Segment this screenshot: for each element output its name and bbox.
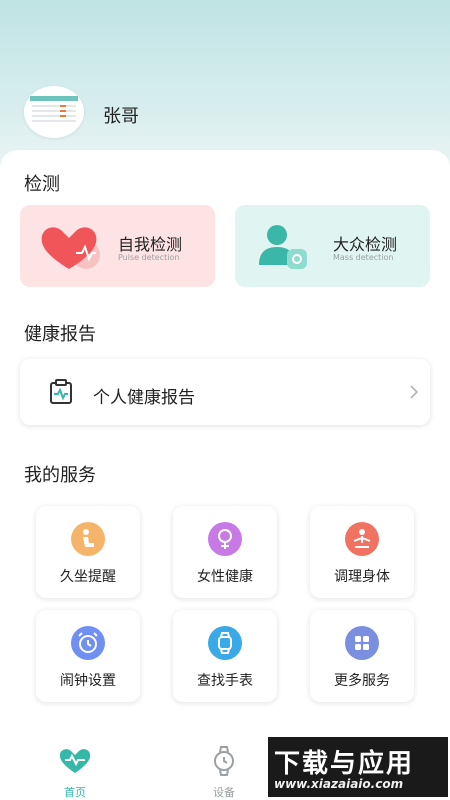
service-alarm-settings[interactable]: 闹钟设置 <box>36 610 140 702</box>
services-section-title: 我的服务 <box>24 465 96 486</box>
service-label: 女性健康 <box>197 569 253 585</box>
watermark-url: www.xiazaiaio.com <box>274 777 404 791</box>
group-person-icon <box>259 225 307 269</box>
watermark-logo: 下载与应用 www.xiazaiaio.com <box>268 737 448 797</box>
avatar[interactable] <box>24 86 84 138</box>
service-label: 调理身体 <box>334 569 390 585</box>
public-detection-sub: Mass detection <box>333 253 394 262</box>
service-more[interactable]: 更多服务 <box>310 610 414 702</box>
watch-icon <box>208 626 242 660</box>
tab-device-label: 设备 <box>213 786 235 799</box>
meditation-icon <box>345 522 379 556</box>
sitting-person-icon <box>71 522 105 556</box>
alarm-clock-icon <box>71 626 105 660</box>
public-detection-label: 大众检测 <box>333 235 398 254</box>
service-label: 更多服务 <box>334 673 390 689</box>
watermark-text: 下载与应用 <box>274 749 415 779</box>
service-sedentary-reminder[interactable]: 久坐提醒 <box>36 506 140 598</box>
personal-report-label: 个人健康报告 <box>93 388 195 408</box>
service-female-health[interactable]: 女性健康 <box>173 506 277 598</box>
service-label: 久坐提醒 <box>60 569 116 585</box>
tab-device[interactable]: 设备 <box>194 743 254 800</box>
self-detection-label: 自我检测 <box>118 235 183 254</box>
service-find-watch[interactable]: 查找手表 <box>173 610 277 702</box>
user-name[interactable]: 张哥 <box>103 102 139 128</box>
self-detection-sub: Pulse detection <box>118 253 180 262</box>
grid-icon <box>345 626 379 660</box>
service-body-conditioning[interactable]: 调理身体 <box>310 506 414 598</box>
public-detection-card[interactable]: 大众检测 Mass detection <box>235 205 430 287</box>
tab-home-label: 首页 <box>64 786 86 799</box>
profile-header: 张哥 <box>0 0 450 150</box>
clipboard-pulse-icon <box>50 379 72 404</box>
heart-pulse-tab-icon <box>59 749 91 773</box>
service-label: 查找手表 <box>197 673 253 689</box>
heart-pulse-icon <box>41 227 100 269</box>
female-icon <box>208 522 242 556</box>
service-label: 闹钟设置 <box>60 673 116 689</box>
chevron-right-icon <box>410 385 419 399</box>
watch-tab-icon <box>214 746 234 776</box>
report-section-title: 健康报告 <box>24 324 96 345</box>
personal-report-row[interactable]: 个人健康报告 <box>20 359 430 425</box>
detection-section-title: 检测 <box>24 174 60 195</box>
self-detection-card[interactable]: 自我检测 Pulse detection <box>20 205 215 287</box>
tab-home[interactable]: 首页 <box>45 743 105 800</box>
